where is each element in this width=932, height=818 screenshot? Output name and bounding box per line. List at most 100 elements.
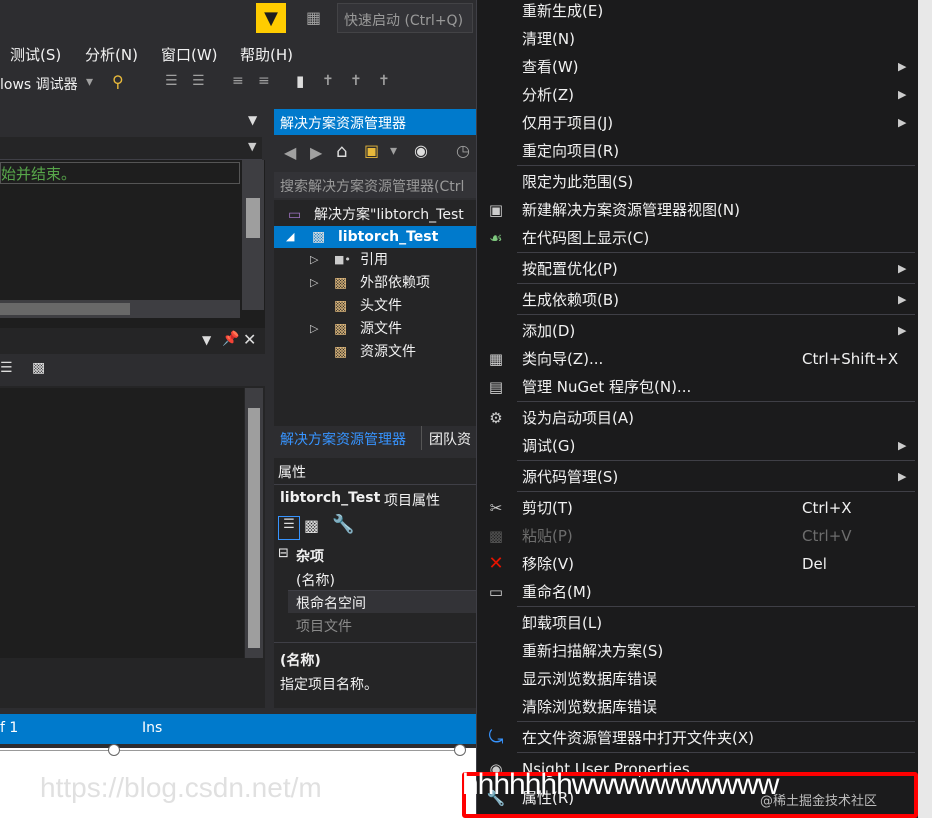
comment-icon[interactable]: ≡	[232, 73, 244, 89]
close-icon[interactable]: ✕	[243, 330, 256, 349]
horizontal-scrollbar[interactable]	[0, 300, 240, 318]
uncomment-icon[interactable]: ≡	[258, 73, 270, 89]
quick-launch-input[interactable]: 快速启动 (Ctrl+Q)	[337, 3, 473, 33]
menu-item-project-only[interactable]: 仅用于项目(J) ▶	[477, 109, 917, 137]
property-row[interactable]: 根命名空间	[288, 591, 476, 613]
solution-explorer-search-input[interactable]: 搜索解决方案资源管理器(Ctrl	[274, 172, 476, 198]
wrench-icon[interactable]: 🔧	[332, 514, 354, 535]
alphabetical-icon[interactable]: ▩	[304, 516, 319, 535]
menu-label: 添加(D)	[522, 322, 576, 340]
tree-label: 外部依赖项	[360, 275, 430, 291]
sync-icon[interactable]: ◉	[414, 141, 428, 160]
expand-icon[interactable]: ◢	[286, 226, 294, 248]
tree-item-solution[interactable]: ▭ 解决方案"libtorch_Test	[274, 204, 476, 226]
project-icon: ▩	[312, 229, 326, 245]
vertical-scrollbar[interactable]	[242, 160, 264, 310]
menu-item-set-startup[interactable]: ⚙ 设为启动项目(A)	[477, 404, 917, 432]
menu-help[interactable]: 帮助(H)	[240, 44, 293, 65]
output-line: 始并结束。	[0, 162, 240, 184]
menu-item-paste[interactable]: ▩ 粘贴(P) Ctrl+V	[477, 522, 917, 550]
menu-item-cut[interactable]: ✂ 剪切(T) Ctrl+X	[477, 494, 917, 522]
menu-item-open-in-explorer[interactable]: ⤿ 在文件资源管理器中打开文件夹(X)	[477, 724, 917, 752]
tree-item-references[interactable]: ▷ ■• 引用	[274, 249, 476, 271]
outdent-icon[interactable]: ☰	[192, 73, 205, 89]
menu-item-code-map[interactable]: ☙ 在代码图上显示(C)	[477, 224, 917, 252]
prev-bookmark-icon[interactable]: ✝	[322, 73, 334, 89]
collapse-arrow-icon[interactable]: ▷	[310, 249, 318, 271]
menu-window[interactable]: 窗口(W)	[161, 44, 218, 65]
categorized-icon[interactable]: ☰	[278, 516, 300, 540]
scrollbar-thumb[interactable]	[248, 408, 260, 648]
find-icon[interactable]: ⚲	[112, 72, 124, 91]
chevron-down-icon[interactable]: ▾	[86, 74, 93, 90]
categorized-icon[interactable]: ☰	[0, 360, 13, 376]
collapse-icon[interactable]: ⊟	[278, 546, 289, 561]
feedback-filter-icon[interactable]: ▼	[256, 3, 286, 33]
scrollbar-thumb[interactable]	[0, 303, 130, 315]
bookmark-icon[interactable]: ▮	[296, 72, 304, 90]
menu-item-add[interactable]: 添加(D) ▶	[477, 317, 917, 345]
menu-item-rebuild[interactable]: 重新生成(E)	[477, 0, 917, 25]
tab-solution-explorer[interactable]: 解决方案资源管理器	[280, 429, 406, 449]
menu-item-class-wizard[interactable]: ▦ 类向导(Z)... Ctrl+Shift+X	[477, 345, 917, 373]
nuget-icon: ▤	[488, 378, 504, 396]
sort-alpha-icon[interactable]: ▩	[32, 360, 45, 376]
menu-separator	[517, 314, 915, 315]
menu-item-remove[interactable]: ✕ 移除(V) Del	[477, 550, 917, 578]
debugger-selector[interactable]: lows 调试器	[0, 74, 78, 94]
menu-item-build-deps[interactable]: 生成依赖项(B) ▶	[477, 286, 917, 314]
menu-item-unload-project[interactable]: 卸载项目(L)	[477, 609, 917, 637]
resize-handle[interactable]	[454, 744, 466, 756]
menu-item-scope-to-this[interactable]: 限定为此范围(S)	[477, 168, 917, 196]
tree-item-external-deps[interactable]: ▷ ▩ 外部依赖项	[274, 272, 476, 294]
menu-item-nuget[interactable]: ▤ 管理 NuGet 程序包(N)...	[477, 373, 917, 401]
menu-analyze[interactable]: 分析(N)	[85, 44, 138, 65]
back-icon[interactable]: ◀	[284, 143, 296, 162]
property-row[interactable]: (名称)	[288, 568, 476, 591]
menu-item-debug[interactable]: 调试(G) ▶	[477, 432, 917, 460]
properties-subject: libtorch_Test	[280, 490, 381, 506]
chevron-down-icon[interactable]: ▼	[248, 113, 257, 127]
menu-item-view[interactable]: 查看(W) ▶	[477, 53, 917, 81]
menu-item-rescan-solution[interactable]: 重新扫描解决方案(S)	[477, 637, 917, 665]
tree-item-source-files[interactable]: ▷ ▩ 源文件	[274, 318, 476, 340]
code-map-icon: ☙	[489, 229, 503, 247]
indent-icon[interactable]: ☰	[165, 73, 178, 89]
menu-item-rename[interactable]: ▭ 重命名(M)	[477, 578, 917, 606]
resize-handle[interactable]	[108, 744, 120, 756]
clear-bookmarks-icon[interactable]: ✝	[378, 73, 390, 89]
menu-item-new-view[interactable]: ▣ 新建解决方案资源管理器视图(N)	[477, 196, 917, 224]
collapse-arrow-icon[interactable]: ▷	[310, 272, 318, 294]
property-row[interactable]: 项目文件	[288, 614, 476, 636]
tree-item-header-files[interactable]: ▩ 头文件	[274, 295, 476, 317]
output-source-select[interactable]: ▼	[0, 137, 262, 160]
menu-label: 重定向项目(R)	[522, 142, 620, 160]
menu-separator	[517, 752, 915, 753]
menu-item-retarget[interactable]: 重定向项目(R)	[477, 137, 917, 165]
menu-test[interactable]: 测试(S)	[10, 44, 61, 65]
menu-shortcut: Ctrl+X	[802, 499, 852, 517]
menu-label: 查看(W)	[522, 58, 579, 76]
pending-changes-icon[interactable]: ◷	[456, 141, 470, 160]
menu-item-pgo[interactable]: 按配置优化(P) ▶	[477, 255, 917, 283]
pin-icon[interactable]: 📌	[222, 331, 239, 347]
tab-team-explorer[interactable]: 团队资	[429, 429, 471, 449]
menu-item-clear-browse-errors[interactable]: 清除浏览数据库错误	[477, 693, 917, 721]
chevron-down-icon[interactable]: ▾	[390, 143, 397, 159]
menu-item-source-control[interactable]: 源代码管理(S) ▶	[477, 463, 917, 491]
collapse-arrow-icon[interactable]: ▷	[310, 318, 318, 340]
chevron-down-icon[interactable]: ▼	[202, 333, 211, 347]
forward-icon[interactable]: ▶	[310, 143, 322, 162]
home-icon[interactable]: ⌂	[336, 141, 347, 162]
output-panel: 始并结束。	[0, 160, 265, 330]
live-share-icon[interactable]: ▦	[306, 8, 321, 27]
menu-item-show-browse-errors[interactable]: 显示浏览数据库错误	[477, 665, 917, 693]
scrollbar-thumb[interactable]	[246, 198, 260, 238]
next-bookmark-icon[interactable]: ✝	[350, 73, 362, 89]
menu-item-clean[interactable]: 清理(N)	[477, 25, 917, 53]
tree-item-resource-files[interactable]: ▩ 资源文件	[274, 341, 476, 363]
menu-item-analyze[interactable]: 分析(Z) ▶	[477, 81, 917, 109]
vertical-scrollbar[interactable]	[245, 388, 263, 658]
switch-views-icon[interactable]: ▣	[364, 141, 379, 160]
tree-item-project[interactable]: ◢ ▩ libtorch_Test	[274, 226, 476, 248]
